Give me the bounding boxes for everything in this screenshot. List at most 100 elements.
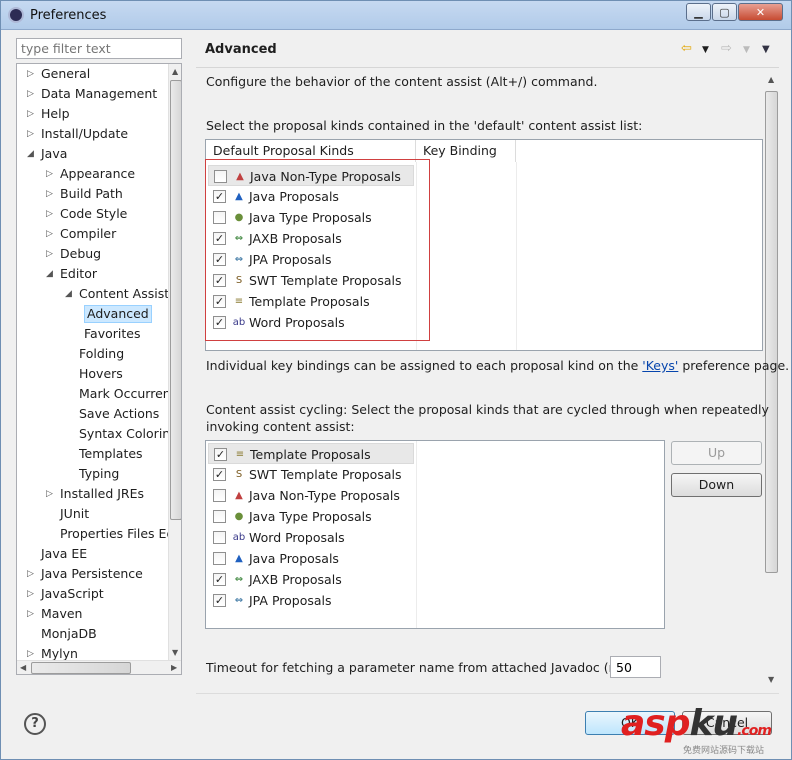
down-button[interactable]: Down	[671, 473, 762, 497]
checked-checkbox[interactable]: ✓	[213, 468, 226, 481]
collapsed-arrow-icon[interactable]: ▷	[46, 224, 56, 244]
collapsed-arrow-icon[interactable]: ▷	[27, 64, 37, 84]
page-title: Advanced	[205, 42, 277, 57]
tree-item-label: Editor	[60, 266, 97, 281]
watermark-subtitle: 免费网站源码下载站	[683, 746, 765, 756]
page-description: Configure the behavior of the content as…	[206, 74, 598, 89]
timeout-label: Timeout for fetching a parameter name fr…	[206, 660, 637, 675]
collapsed-arrow-icon[interactable]: ▷	[27, 124, 37, 144]
help-icon[interactable]: ?	[24, 713, 46, 735]
collapsed-arrow-icon[interactable]: ▷	[46, 244, 56, 264]
maximize-icon: ▢	[719, 5, 730, 19]
tree-item-label: Code Style	[60, 206, 128, 221]
title-bar[interactable]: Preferences ▁ ▢ ✕	[1, 1, 791, 30]
proposal-row[interactable]: ✓ ⇔ JPA Proposals	[208, 590, 414, 611]
unchecked-checkbox[interactable]	[213, 531, 226, 544]
tree-item-label: Java EE	[41, 546, 88, 561]
keys-note-prefix: Individual key bindings can be assigned …	[206, 358, 643, 373]
collapsed-arrow-icon[interactable]: ▷	[27, 84, 37, 104]
proposal-label: Java Proposals	[249, 551, 339, 566]
cycling-proposals-list[interactable]: ✓ ≡ Template Proposals ✓ S SWT Template Propo…	[205, 440, 665, 629]
checked-checkbox[interactable]: ✓	[214, 448, 227, 461]
tree-item-label: Debug	[60, 246, 102, 261]
tree-item-label: Hovers	[79, 366, 123, 381]
proposal-row[interactable]: ▲ Java Non-Type Proposals	[208, 485, 414, 506]
tree-scroll-thumb[interactable]	[170, 80, 181, 520]
proposal-row[interactable]: ✓ ≡ Template Proposals	[208, 443, 414, 464]
forward-menu-icon[interactable]: ▼	[743, 45, 750, 55]
back-arrow-icon[interactable]: ⇦	[681, 41, 692, 56]
view-menu-icon[interactable]: ▼	[762, 44, 770, 55]
expanded-arrow-icon[interactable]: ◢	[27, 144, 37, 164]
unchecked-checkbox[interactable]	[213, 510, 226, 523]
filter-input[interactable]	[16, 38, 182, 59]
tree-vertical-scrollbar[interactable]: ▲ ▼	[168, 64, 181, 660]
proposal-row[interactable]: ● Java Type Proposals	[208, 506, 414, 527]
proposal-label: JAXB Proposals	[249, 572, 342, 587]
page-vertical-scrollbar[interactable]: ▲ ▼	[764, 75, 780, 693]
tree-item-label: Content Assist	[79, 286, 170, 301]
preference-tree[interactable]: ▷ General ▷ Data Management ▷ Help ▷ Install/Up…	[16, 63, 182, 675]
checked-checkbox[interactable]: ✓	[213, 594, 226, 607]
expanded-arrow-icon[interactable]: ◢	[65, 284, 75, 304]
collapsed-arrow-icon[interactable]: ▷	[27, 564, 37, 584]
default-list-label: Select the proposal kinds contained in t…	[206, 118, 643, 133]
up-button[interactable]: Up	[671, 441, 762, 465]
expanded-arrow-icon[interactable]: ◢	[46, 264, 56, 284]
java-nontype-icon: ▲	[235, 490, 243, 501]
window-title: Preferences	[30, 8, 107, 23]
collapsed-arrow-icon[interactable]: ▷	[46, 164, 56, 184]
page-scroll-down-icon[interactable]: ▼	[768, 675, 774, 684]
column-header-binding[interactable]: Key Binding	[416, 140, 516, 162]
scroll-right-icon[interactable]: ▶	[171, 663, 177, 672]
tree-hscroll-thumb[interactable]	[31, 662, 131, 674]
forward-arrow-icon[interactable]: ⇨	[721, 41, 732, 56]
checked-checkbox[interactable]: ✓	[213, 573, 226, 586]
proposal-row[interactable]: ✓ ⇔ JAXB Proposals	[208, 569, 414, 590]
minimize-button[interactable]: ▁	[686, 3, 711, 21]
jpa-icon: ⇔	[234, 595, 244, 606]
close-icon: ✕	[755, 5, 766, 19]
cycling-label-line2: invoking content assist:	[206, 419, 355, 434]
collapsed-arrow-icon[interactable]: ▷	[27, 584, 37, 604]
tree-horizontal-scrollbar[interactable]: ◀ ▶	[17, 660, 181, 674]
tree-item-label: Properties Files Ed	[60, 526, 175, 541]
proposal-row[interactable]: ✓ S SWT Template Proposals	[208, 464, 414, 485]
column-divider	[416, 441, 417, 628]
collapsed-arrow-icon[interactable]: ▷	[46, 184, 56, 204]
back-menu-icon[interactable]: ▼	[702, 45, 709, 55]
maximize-button[interactable]: ▢	[712, 3, 737, 21]
tree-item-label: MonjaDB	[41, 626, 97, 641]
tree-item-label: Save Actions	[79, 406, 160, 421]
proposal-label: JPA Proposals	[249, 593, 332, 608]
watermark-asp: asp	[621, 703, 690, 744]
close-button[interactable]: ✕	[738, 3, 783, 21]
watermark-logo: aspku.com	[621, 703, 772, 744]
keys-link[interactable]: 'Keys'	[642, 358, 678, 373]
tree-item-label: Appearance	[60, 166, 136, 181]
tree-item-label: Build Path	[60, 186, 123, 201]
unchecked-checkbox[interactable]	[213, 489, 226, 502]
proposal-row[interactable]: ab Word Proposals	[208, 527, 414, 548]
minimize-icon: ▁	[694, 5, 703, 19]
tree-item-label: JUnit	[60, 506, 90, 521]
page-scroll-up-icon[interactable]: ▲	[768, 75, 774, 84]
proposal-row[interactable]: ▲ Java Proposals	[208, 548, 414, 569]
collapsed-arrow-icon[interactable]: ▷	[27, 104, 37, 124]
collapsed-arrow-icon[interactable]: ▷	[27, 604, 37, 624]
proposal-label: Java Type Proposals	[249, 509, 372, 524]
scroll-left-icon[interactable]: ◀	[20, 663, 26, 672]
keys-note: Individual key bindings can be assigned …	[206, 358, 789, 373]
collapsed-arrow-icon[interactable]: ▷	[46, 484, 56, 504]
proposal-label: Template Proposals	[250, 447, 371, 462]
timeout-input[interactable]	[610, 656, 661, 678]
keys-note-suffix: preference page.	[678, 358, 790, 373]
tree-item-label: Typing	[79, 466, 120, 481]
page-scroll-thumb[interactable]	[765, 91, 778, 573]
scroll-down-icon[interactable]: ▼	[172, 648, 178, 657]
collapsed-arrow-icon[interactable]: ▷	[46, 204, 56, 224]
scroll-up-icon[interactable]: ▲	[172, 67, 178, 76]
tree-item-label: Syntax Coloring	[79, 426, 179, 441]
unchecked-checkbox[interactable]	[213, 552, 226, 565]
footer-divider	[196, 693, 779, 694]
